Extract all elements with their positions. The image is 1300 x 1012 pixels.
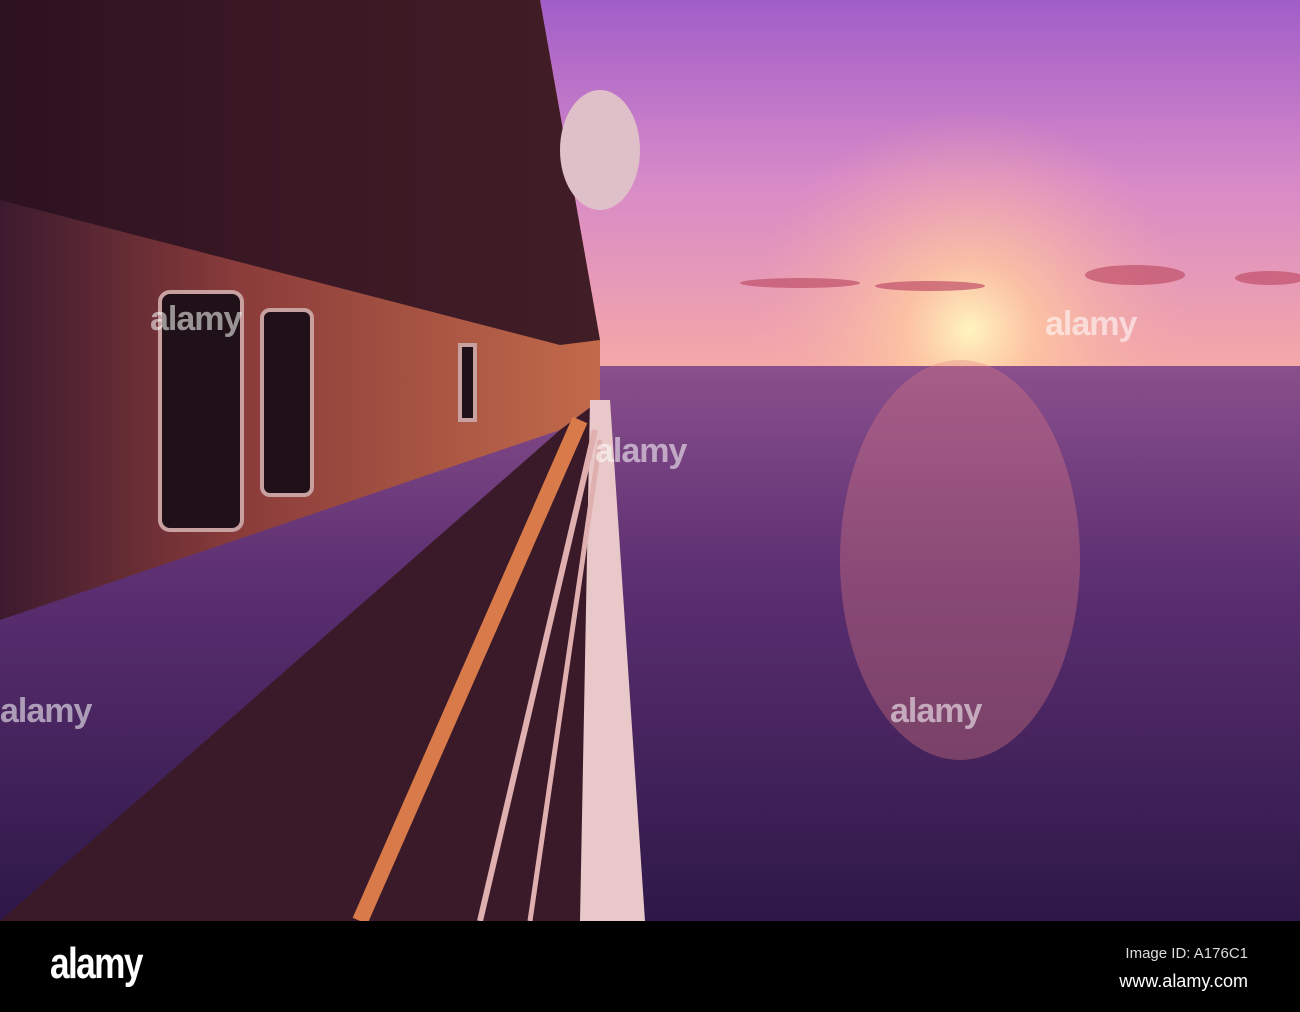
website-link: www.alamy.com bbox=[1119, 971, 1248, 991]
image-id: Image ID: A176C1 bbox=[1125, 945, 1248, 962]
lifeboat bbox=[560, 90, 640, 210]
watermark: alamy bbox=[1045, 305, 1137, 343]
watermark: alamy bbox=[890, 692, 982, 730]
footer-bar: alamy Image ID: A176C1 www.alamy.com bbox=[0, 921, 1300, 1012]
watermark: alamy bbox=[595, 432, 687, 470]
sun-glow bbox=[600, 100, 1300, 366]
watermark: alamy bbox=[0, 692, 92, 730]
alamy-logo: alamy bbox=[50, 939, 143, 988]
watermark: alamy bbox=[150, 300, 242, 338]
stock-photo: alamy alamy alamy alamy alamy alamy Imag… bbox=[0, 0, 1300, 1012]
